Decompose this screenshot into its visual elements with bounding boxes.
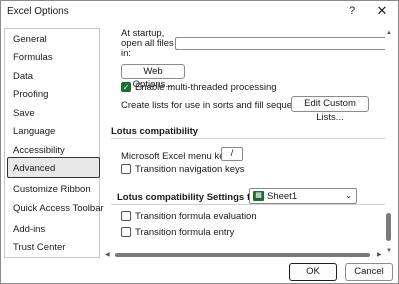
sidebar-item-trust-center[interactable]: Trust Center (13, 242, 65, 253)
horizontal-scroll-thumb[interactable] (115, 253, 370, 257)
formula-evaluation-label: Transition formula evaluation (135, 211, 257, 222)
formula-entry-label: Transition formula entry (135, 227, 235, 238)
scroll-up-icon[interactable]: ▲ (386, 30, 392, 36)
scroll-down-icon[interactable]: ▼ (386, 248, 392, 254)
formula-evaluation-checkbox[interactable] (121, 211, 131, 221)
sidebar-item-save[interactable]: Save (13, 108, 35, 119)
section-divider (111, 204, 385, 205)
cancel-button[interactable]: Cancel (345, 263, 393, 281)
chevron-down-icon: ⌄ (345, 191, 352, 200)
transition-navigation-label: Transition navigation keys (135, 164, 245, 175)
window-title: Excel Options (7, 6, 69, 17)
advanced-options-panel: At startup, open all files in: Web Optio… (105, 28, 385, 256)
multithread-label: Enable multi-threaded processing (135, 82, 277, 93)
ok-button[interactable]: OK (289, 263, 337, 281)
excel-options-dialog: Excel Options ? ✕ General Formulas Data … (0, 0, 399, 284)
startup-label-line3: in: (121, 48, 132, 59)
menu-key-input[interactable]: / (221, 147, 243, 161)
horizontal-scrollbar[interactable]: ◀ ▶ (105, 251, 385, 259)
menu-key-label: Microsoft Excel menu key: (121, 151, 232, 162)
help-button[interactable]: ? (341, 2, 363, 20)
sidebar-item-advanced[interactable]: Advanced (13, 163, 55, 174)
multithread-checkbox[interactable]: ✓ (121, 82, 131, 92)
scroll-right-icon[interactable]: ▶ (377, 251, 382, 258)
sidebar-item-data[interactable]: Data (13, 71, 33, 82)
sidebar-item-general[interactable]: General (13, 34, 47, 45)
sidebar-item-language[interactable]: Language (13, 126, 55, 137)
scroll-left-icon[interactable]: ◀ (105, 251, 110, 258)
vertical-scroll-thumb[interactable] (386, 213, 391, 241)
sidebar-item-quick-access-toolbar[interactable]: Quick Access Toolbar (13, 203, 104, 214)
section-divider (111, 138, 385, 139)
lotus-settings-header: Lotus compatibility Settings for: (117, 192, 263, 203)
sidebar-item-accessibility[interactable]: Accessibility (13, 145, 65, 156)
sidebar-item-proofing[interactable]: Proofing (13, 89, 48, 100)
sheet-select[interactable]: ▦ Sheet1 ⌄ (249, 188, 357, 204)
sidebar-item-add-ins[interactable]: Add-ins (13, 224, 45, 235)
close-button[interactable]: ✕ (371, 2, 393, 20)
sheet-select-value: Sheet1 (267, 191, 298, 202)
edit-custom-lists-button[interactable]: Edit Custom Lists... (291, 96, 369, 123)
formula-entry-checkbox[interactable] (121, 227, 131, 237)
options-sidebar: General Formulas Data Proofing Save Lang… (4, 28, 104, 258)
web-options-button[interactable]: Web Options... (121, 64, 185, 90)
lotus-compatibility-header: Lotus compatibility (111, 126, 199, 137)
sheet-icon: ▦ (253, 191, 264, 201)
vertical-scrollbar[interactable]: ▲ ▼ (385, 28, 393, 258)
sidebar-item-customize-ribbon[interactable]: Customize Ribbon (13, 184, 91, 195)
custom-lists-label: Create lists for use in sorts and fill s… (121, 100, 315, 111)
transition-navigation-checkbox[interactable] (121, 164, 131, 174)
sidebar-item-formulas[interactable]: Formulas (13, 52, 53, 63)
startup-folder-input[interactable] (175, 37, 385, 50)
